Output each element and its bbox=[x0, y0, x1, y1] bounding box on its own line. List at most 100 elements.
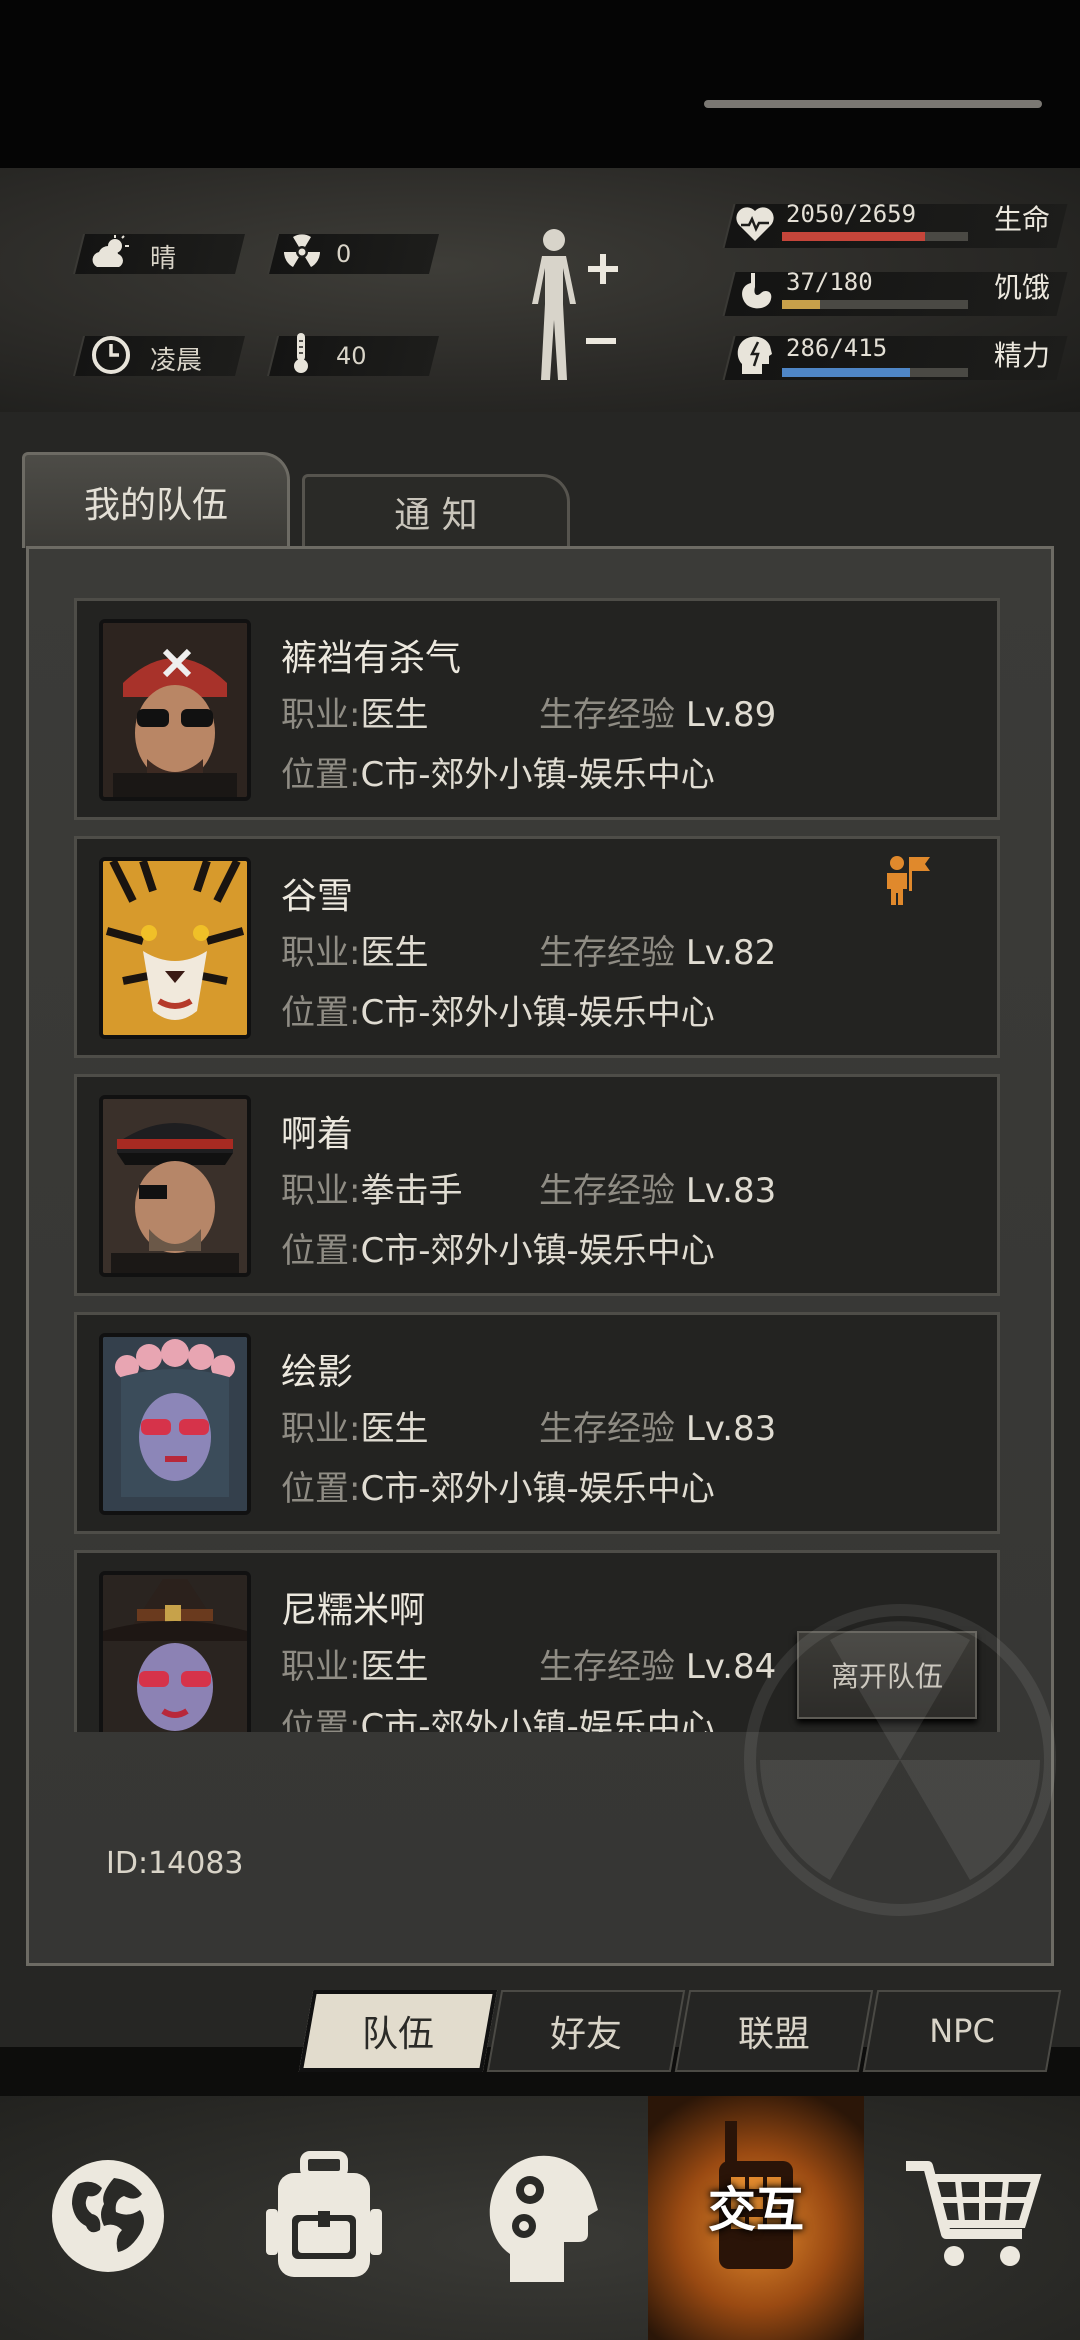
member-card[interactable]: 谷雪 职业:医生 生存经验 Lv.82 位置:C市-郊外小镇-娱乐中心 bbox=[74, 836, 1000, 1058]
team-leader-flag-icon bbox=[883, 853, 933, 907]
member-job-line: 职业:医生 bbox=[281, 1401, 428, 1450]
member-location-line: 位置:C市-郊外小镇-娱乐中心 bbox=[281, 985, 715, 1034]
member-name: 尼糯米啊 bbox=[281, 1590, 426, 1631]
member-exp-line: 生存经验 Lv.83 bbox=[539, 1163, 776, 1212]
location-value: C市-郊外小镇-娱乐中心 bbox=[360, 993, 715, 1033]
health-text: 2050/2659 bbox=[786, 200, 917, 228]
weather-label: 晴 bbox=[150, 244, 177, 274]
heart-icon bbox=[732, 202, 778, 246]
subtab-team[interactable]: 队伍 bbox=[306, 1990, 490, 2072]
member-exp-line: 生存经验 Lv.82 bbox=[539, 925, 776, 974]
avatar[interactable] bbox=[99, 1095, 251, 1277]
member-job-line: 职业:拳击手 bbox=[281, 1163, 462, 1212]
job-label: 职业: bbox=[281, 1409, 361, 1449]
member-card[interactable]: 裤裆有杀气 职业:医生 生存经验 Lv.89 位置:C市-郊外小镇-娱乐中心 bbox=[74, 598, 1000, 820]
hunger-label: 饥饿 bbox=[994, 271, 1051, 304]
job-label: 职业: bbox=[281, 1647, 361, 1687]
member-location-line: 位置:C市-郊外小镇-娱乐中心 bbox=[281, 1699, 715, 1732]
avatar[interactable] bbox=[99, 619, 251, 801]
exp-label: 生存经验 bbox=[539, 695, 675, 735]
avatar[interactable] bbox=[99, 1333, 251, 1515]
tab-my-team[interactable]: 我的队伍 bbox=[22, 452, 290, 548]
hunger-bar bbox=[782, 300, 968, 309]
job-value: 医生 bbox=[360, 933, 429, 973]
subtab-friends[interactable]: 好友 bbox=[494, 1990, 678, 2072]
energy-label: 精力 bbox=[994, 339, 1051, 372]
subtab-npc[interactable]: NPC bbox=[870, 1990, 1054, 2072]
body-figure-icon[interactable] bbox=[520, 226, 630, 384]
exp-label: 生存经验 bbox=[539, 1171, 675, 1211]
location-label: 位置: bbox=[281, 755, 361, 795]
watermark-radiation-icon bbox=[740, 1600, 1060, 1920]
location-value: C市-郊外小镇-娱乐中心 bbox=[360, 755, 715, 795]
stomach-icon bbox=[732, 268, 778, 314]
avatar[interactable] bbox=[99, 1571, 251, 1732]
exp-label: 生存经验 bbox=[539, 1647, 675, 1687]
member-exp-line: 生存经验 Lv.89 bbox=[539, 687, 776, 736]
temperature-value: 40 bbox=[336, 342, 367, 370]
location-label: 位置: bbox=[281, 993, 361, 1033]
top-bar bbox=[0, 0, 1080, 168]
member-location-line: 位置:C市-郊外小镇-娱乐中心 bbox=[281, 1461, 715, 1510]
tab-notice-label: 通 知 bbox=[394, 494, 478, 536]
member-name: 绘影 bbox=[281, 1352, 354, 1393]
member-location-line: 位置:C市-郊外小镇-娱乐中心 bbox=[281, 1223, 715, 1272]
member-job-line: 职业:医生 bbox=[281, 1639, 428, 1688]
tab-notice[interactable]: 通 知 bbox=[302, 474, 570, 546]
health-label: 生命 bbox=[994, 203, 1051, 236]
tab-my-team-label: 我的队伍 bbox=[83, 484, 228, 526]
radiation-icon bbox=[280, 230, 324, 274]
member-exp-line: 生存经验 Lv.83 bbox=[539, 1401, 776, 1450]
clock-icon bbox=[88, 332, 134, 378]
location-label: 位置: bbox=[281, 1707, 361, 1732]
job-label: 职业: bbox=[281, 695, 361, 735]
member-card[interactable]: 啊着 职业:拳击手 生存经验 Lv.83 位置:C市-郊外小镇-娱乐中心 bbox=[74, 1074, 1000, 1296]
energy-bar bbox=[782, 368, 968, 377]
exp-label: 生存经验 bbox=[539, 1409, 675, 1449]
health-bar bbox=[782, 232, 968, 241]
level-value: Lv.89 bbox=[685, 695, 777, 735]
member-list[interactable]: 裤裆有杀气 职业:医生 生存经验 Lv.89 位置:C市-郊外小镇-娱乐中心 谷… bbox=[70, 596, 1006, 1732]
backpack-icon bbox=[264, 2151, 384, 2285]
job-value: 医生 bbox=[360, 695, 429, 735]
location-value: C市-郊外小镇-娱乐中心 bbox=[360, 1231, 715, 1271]
location-value: C市-郊外小镇-娱乐中心 bbox=[360, 1707, 715, 1732]
member-job-line: 职业:医生 bbox=[281, 687, 428, 736]
home-indicator bbox=[704, 100, 1042, 108]
health-bar-fill bbox=[782, 232, 926, 241]
cloud-sun-icon bbox=[88, 232, 134, 274]
job-label: 职业: bbox=[281, 933, 361, 973]
nav-skills[interactable] bbox=[432, 2096, 648, 2340]
level-value: Lv.82 bbox=[685, 933, 777, 973]
member-name: 裤裆有杀气 bbox=[281, 638, 462, 679]
cart-icon bbox=[902, 2156, 1042, 2280]
job-value: 医生 bbox=[360, 1647, 429, 1687]
brain-icon bbox=[732, 332, 778, 378]
nav-map[interactable] bbox=[0, 2096, 216, 2340]
nav-shop[interactable] bbox=[864, 2096, 1080, 2340]
member-name: 谷雪 bbox=[281, 876, 354, 917]
location-label: 位置: bbox=[281, 1231, 361, 1271]
job-value: 医生 bbox=[360, 1409, 429, 1449]
hunger-text: 37/180 bbox=[786, 268, 873, 296]
player-id: ID:14083 bbox=[106, 1846, 244, 1881]
globe-icon bbox=[48, 2156, 168, 2280]
time-label: 凌晨 bbox=[150, 346, 203, 376]
nav-interact-label: 交互 bbox=[707, 2182, 804, 2238]
subtab-alliance[interactable]: 联盟 bbox=[682, 1990, 866, 2072]
member-card[interactable]: 绘影 职业:医生 生存经验 Lv.83 位置:C市-郊外小镇-娱乐中心 bbox=[74, 1312, 1000, 1534]
energy-bar-fill bbox=[782, 368, 911, 377]
location-value: C市-郊外小镇-娱乐中心 bbox=[360, 1469, 715, 1509]
level-value: Lv.83 bbox=[685, 1171, 777, 1211]
avatar[interactable] bbox=[99, 857, 251, 1039]
location-label: 位置: bbox=[281, 1469, 361, 1509]
member-location-line: 位置:C市-郊外小镇-娱乐中心 bbox=[281, 747, 715, 796]
job-label: 职业: bbox=[281, 1171, 361, 1211]
exp-label: 生存经验 bbox=[539, 933, 675, 973]
member-job-line: 职业:医生 bbox=[281, 925, 428, 974]
energy-text: 286/415 bbox=[786, 334, 888, 362]
member-name: 啊着 bbox=[281, 1114, 354, 1155]
hunger-bar-fill bbox=[782, 300, 821, 309]
thermometer-icon bbox=[286, 330, 316, 376]
nav-backpack[interactable] bbox=[216, 2096, 432, 2340]
